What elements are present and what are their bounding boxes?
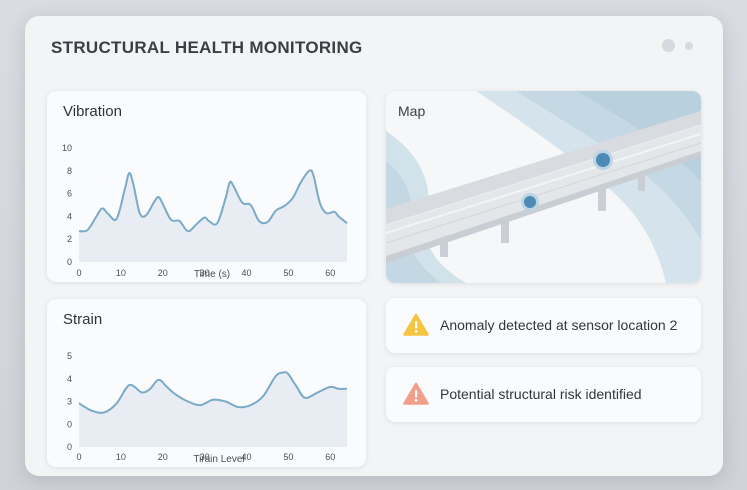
vib-x-tick: 10 [116,268,126,278]
vib-x-tick: 60 [325,268,335,278]
str-x-tick: 20 [158,452,168,462]
str-x-tick: 10 [116,452,126,462]
alert-risk-text: Potential structural risk identified [440,386,642,402]
vib-x-tick: 40 [241,268,251,278]
vibration-x-label: Time (s) [194,269,230,280]
str-y-tick: 5 [67,351,72,361]
page-title: STRUCTURAL HEALTH MONITORING [51,38,363,57]
vib-x-tick: 20 [158,268,168,278]
strain-area [79,372,347,447]
str-y-tick: 0 [67,419,72,429]
vib-y-tick: 0 [67,257,72,267]
strain-card: Strain 54300 0 10 20 30 40 50 60 Tirain Level [47,299,366,467]
dashboard-window: STRUCTURAL HEALTH MONITORING Vibration 1… [25,16,723,476]
warning-icon [403,382,429,405]
str-y-tick: 4 [67,374,72,384]
vib-y-tick: 6 [67,189,72,199]
str-x-tick: 50 [283,452,293,462]
vib-y-tick: 4 [67,211,72,221]
str-x-tick: 60 [325,452,335,462]
vib-y-tick: 10 [62,143,72,153]
strain-chart: 54300 0 10 20 30 40 50 60 Tirain Level [67,351,348,465]
vib-x-tick: 50 [283,268,293,278]
vibration-chart: 1086420 0 10 20 30 40 50 60 Time (s) [62,143,348,280]
sensor-2-marker-core[interactable] [524,196,536,208]
vib-y-tick: 2 [67,234,72,244]
str-x-tick: 0 [76,452,81,462]
warning-icon [403,313,429,336]
vibration-card: Vibration 10 8 6 4 2 0 0 10 20 30 40 50 60 Time (s) [47,91,366,282]
alert-anomaly[interactable]: Anomaly detected at sensor location 2 [386,298,701,353]
alert-anomaly-text: Anomaly detected at sensor location 2 [440,317,678,333]
vib-x-tick: 0 [76,268,81,278]
window-dot-large[interactable] [662,39,675,52]
map-title: Map [398,103,426,119]
map-card[interactable]: Map [386,91,701,283]
strain-x-label: Tirain Level [193,454,244,465]
alert-risk[interactable]: Potential structural risk identified [386,367,701,422]
sensor-1-marker-core[interactable] [596,153,610,167]
str-y-tick: 0 [67,442,72,452]
map-view[interactable] [386,91,701,283]
window-dot-small[interactable] [685,42,693,50]
vib-y-tick: 8 [67,166,72,176]
str-y-tick: 3 [67,397,72,407]
vibration-area [79,170,347,262]
